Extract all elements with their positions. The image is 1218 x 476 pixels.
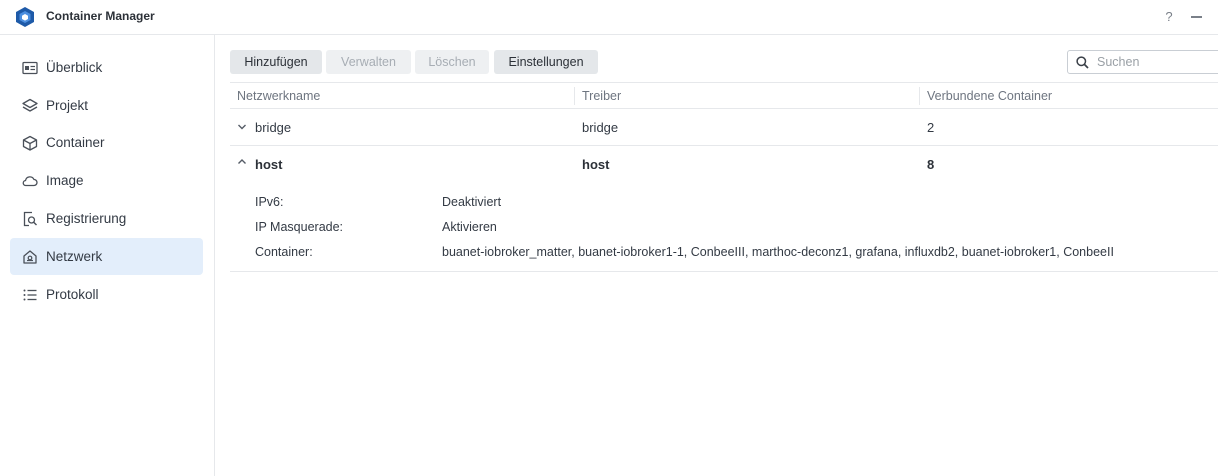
sidebar-item-overview[interactable]: Überblick xyxy=(10,49,203,86)
connected-count: 2 xyxy=(927,120,935,135)
network-driver: host xyxy=(582,157,610,172)
settings-button[interactable]: Einstellungen xyxy=(494,50,598,74)
network-name: host xyxy=(255,157,283,172)
column-divider[interactable] xyxy=(574,87,575,105)
ip-masquerade-value: Aktivieren xyxy=(442,220,497,234)
column-header-connected-containers[interactable]: Verbundene Container xyxy=(927,89,1052,103)
chevron-up-icon[interactable] xyxy=(237,157,247,167)
ip-masquerade-label: IP Masquerade: xyxy=(255,220,344,234)
main-panel: Hinzufügen Verwalten Löschen Einstellung… xyxy=(215,35,1218,476)
containers-label: Container: xyxy=(255,245,313,259)
column-divider[interactable] xyxy=(919,87,920,105)
ipv6-label: IPv6: xyxy=(255,195,284,209)
table-row-bridge[interactable]: bridge bridge 2 xyxy=(230,109,1218,146)
app-title: Container Manager xyxy=(46,9,155,23)
sidebar-item-label: Image xyxy=(46,173,84,188)
registry-search-icon xyxy=(23,211,37,227)
host-details-panel: IPv6: Deaktiviert IP Masquerade: Aktivie… xyxy=(230,181,1218,272)
table-row-host[interactable]: host host 8 xyxy=(230,146,1218,183)
sidebar-item-container[interactable]: Container xyxy=(10,124,203,161)
sidebar: Überblick Projekt Container Image Regist… xyxy=(0,35,215,476)
sidebar-item-label: Überblick xyxy=(46,60,103,75)
connected-count: 8 xyxy=(927,157,935,172)
sidebar-item-label: Protokoll xyxy=(46,287,99,302)
cloud-icon xyxy=(22,176,38,187)
column-header-network-name[interactable]: Netzwerkname xyxy=(237,89,320,103)
sidebar-item-project[interactable]: Projekt xyxy=(10,87,203,124)
title-bar: Container Manager ? xyxy=(0,0,1218,35)
overview-icon xyxy=(22,61,38,75)
network-driver: bridge xyxy=(582,120,619,135)
manage-button[interactable]: Verwalten xyxy=(326,50,411,74)
sidebar-item-label: Registrierung xyxy=(46,211,127,226)
sidebar-item-network[interactable]: Netzwerk xyxy=(10,238,203,275)
list-icon xyxy=(23,289,37,301)
search-icon xyxy=(1076,56,1089,69)
column-header-driver[interactable]: Treiber xyxy=(582,89,621,103)
layers-icon xyxy=(22,98,38,112)
sidebar-item-label: Projekt xyxy=(46,98,89,113)
network-home-icon xyxy=(23,250,37,264)
chevron-down-icon[interactable] xyxy=(237,122,247,132)
sidebar-item-log[interactable]: Protokoll xyxy=(10,276,203,313)
ipv6-value: Deaktiviert xyxy=(442,195,502,209)
table-header: Netzwerkname Treiber Verbundene Containe… xyxy=(230,82,1218,109)
delete-button[interactable]: Löschen xyxy=(415,50,489,74)
sidebar-item-label: Netzwerk xyxy=(46,249,103,264)
cube-icon xyxy=(22,135,38,151)
help-button[interactable]: ? xyxy=(1160,7,1178,27)
network-name: bridge xyxy=(255,120,292,135)
container-manager-logo xyxy=(16,7,34,27)
search-box[interactable] xyxy=(1067,50,1218,74)
sidebar-item-image[interactable]: Image xyxy=(10,162,203,199)
containers-value: buanet-iobroker_matter, buanet-iobroker1… xyxy=(442,245,1114,259)
minimize-icon xyxy=(1190,16,1202,18)
sidebar-item-registry[interactable]: Registrierung xyxy=(10,200,203,237)
search-input[interactable] xyxy=(1097,53,1217,71)
minimize-button[interactable] xyxy=(1187,7,1205,27)
add-button[interactable]: Hinzufügen xyxy=(230,50,322,74)
sidebar-item-label: Container xyxy=(46,135,105,150)
